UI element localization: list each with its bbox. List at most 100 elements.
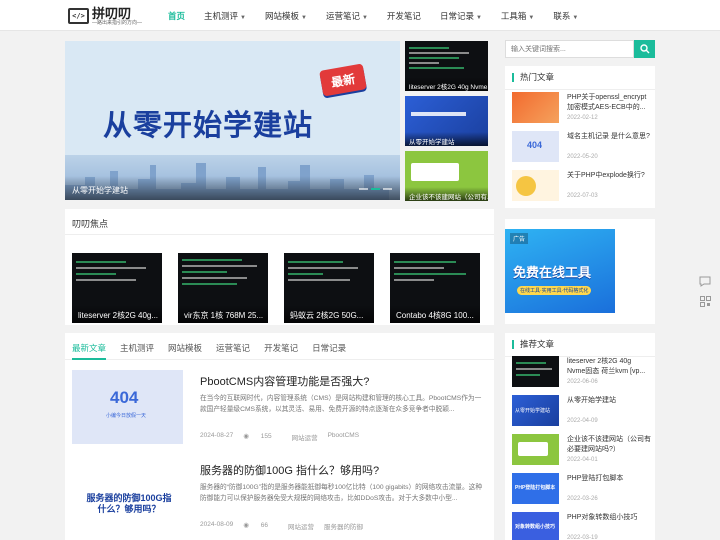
recommended-article-date: 2022-04-09 <box>567 418 598 424</box>
hot-article-title[interactable]: 关于PHP中explode换行? <box>567 171 651 192</box>
focus-item-caption: 蚂蚁云 2核2G 50G... <box>284 305 374 323</box>
hero-caption-text: 从零开始学建站 <box>72 186 128 195</box>
active-tab-indicator <box>72 358 106 360</box>
focus-item[interactable]: vir东京 1核 768M 25... <box>178 253 268 323</box>
article-category[interactable]: 网站运营 <box>292 432 318 442</box>
slider-dot-active[interactable] <box>371 188 380 190</box>
eye-icon: ◉ <box>243 522 249 529</box>
thumbnail-text: PHP登陆打包脚本 <box>515 485 556 491</box>
article-category[interactable]: 网站运营 <box>288 521 314 531</box>
article-tag[interactable]: 服务器的防御 <box>324 521 363 531</box>
hot-article-thumbnail <box>512 170 559 201</box>
main-nav: 首页 主机测评 ▼ 网站模板 ▼ 运营笔记 ▼ 开发笔记 日常记录 ▼ 工具箱 ▼ 联系 ▼ <box>168 0 597 31</box>
tab-ops-notes[interactable]: 运营笔记 <box>216 342 250 354</box>
recommended-thumbnail: PHP登陆打包脚本 <box>512 473 559 504</box>
recommended-article-date: 2022-03-19 <box>567 535 598 540</box>
chevron-down-icon: ▼ <box>572 14 579 21</box>
focus-item[interactable]: Contabo 4核8G 100... <box>390 253 480 323</box>
article-tabs: 最新文章 主机测评 网站模板 运营笔记 开发笔记 日常记录 <box>72 342 360 354</box>
thumb-caption: liteserver 2核2G 40g Nvme... <box>405 77 488 91</box>
recommended-box: 推荐文章 liteserver 2核2G 40g Nvme固态 荷兰kvm [v… <box>505 333 655 540</box>
recommended-article-title[interactable]: PHP登陆打包脚本 <box>567 474 651 495</box>
nav-item-daily[interactable]: 日常记录 ▼ <box>440 10 482 22</box>
recommended-thumbnail: 对象转数组小技巧 <box>512 512 559 540</box>
nav-label: 主机测评 <box>204 10 239 21</box>
hero-badge: 最新 <box>319 63 367 97</box>
chevron-down-icon: ▼ <box>301 14 307 21</box>
qrcode-float-button[interactable] <box>696 292 714 310</box>
nav-item-home[interactable]: 首页 <box>168 10 185 22</box>
focus-item[interactable]: 蚂蚁云 2核2G 50G... <box>284 253 374 323</box>
recommended-article-title[interactable]: liteserver 2核2G 40g Nvme固态 荷兰kvm [vp... <box>567 357 651 378</box>
eye-icon: ◉ <box>243 433 249 440</box>
thumb-caption: 企业该不该建网站（公司有... <box>405 187 488 201</box>
ad-label: 广告 <box>510 233 529 244</box>
search-button[interactable] <box>634 40 655 58</box>
recommended-article-title[interactable]: 从零开始学建站 <box>567 396 651 417</box>
nav-item-dev-notes[interactable]: 开发笔记 <box>387 10 421 22</box>
hero-side-thumb-3[interactable]: 企业该不该建网站（公司有... <box>405 151 488 201</box>
article-title[interactable]: PbootCMS内容管理功能是否强大? <box>200 373 369 389</box>
hot-article-title[interactable]: PHP关于openssl_encrypt加密模式AES-ECB中的... <box>567 93 651 114</box>
tab-templates[interactable]: 网站模板 <box>168 342 202 354</box>
focus-item[interactable]: liteserver 2核2G 40g... <box>72 253 162 323</box>
article-thumbnail[interactable]: 404 小编今日放假一天 <box>72 370 183 444</box>
article-tag[interactable]: PbootCMS <box>328 432 359 442</box>
chevron-down-icon: ▼ <box>361 14 368 21</box>
views-count: 155 <box>260 433 272 440</box>
slider-dots <box>356 188 392 190</box>
hot-article-title[interactable]: 域名主机记录 是什么意思? <box>567 132 651 153</box>
hot-articles-box: 热门文章 PHP关于openssl_encrypt加密模式AES-ECB中的..… <box>505 66 655 208</box>
recommended-article-title[interactable]: PHP对象转数组小技巧 <box>567 513 651 534</box>
code-icon: </> <box>68 8 89 24</box>
nav-label: 网站模板 <box>264 10 299 21</box>
search-input[interactable] <box>505 40 634 58</box>
slider-dot[interactable] <box>359 188 368 190</box>
logo-title: 拼叨叨 <box>92 5 132 21</box>
article-excerpt: 在当今的互联网时代，内容管理系统（CMS）是网站构建和管理的核心工具。Pboot… <box>200 395 482 413</box>
tab-daily[interactable]: 日常记录 <box>312 342 346 354</box>
hero-slider[interactable]: 从零开始学建站 最新 从零开始学建站 <box>65 41 400 200</box>
nav-label: 运营笔记 <box>325 10 360 21</box>
comment-icon <box>699 276 711 287</box>
thumbnail-text: 404 <box>110 388 139 407</box>
chevron-down-icon: ▼ <box>528 14 535 21</box>
nav-item-templates[interactable]: 网站模板 ▼ <box>265 10 307 22</box>
hot-articles-title: 热门文章 <box>512 73 554 82</box>
focus-section: 叨叨焦点 liteserver 2核2G 40g... vir东京 1核 768… <box>65 209 494 325</box>
hot-article-thumbnail: 404 <box>512 131 559 162</box>
recommended-article-title[interactable]: 企业该不该建网站（公司有必要建网站吗?） <box>567 435 651 456</box>
chevron-down-icon: ▼ <box>240 14 246 21</box>
nav-label: 联系 <box>553 10 571 21</box>
tab-dev-notes[interactable]: 开发笔记 <box>264 342 298 354</box>
comment-float-button[interactable] <box>696 272 714 290</box>
thumbnail-text: 服务器的防御100G指什么？够用吗？ <box>86 493 172 514</box>
slider-dot[interactable] <box>383 188 392 190</box>
ad-subline: 在线工具·实用工具·代码格式化 <box>517 286 592 295</box>
ad-banner[interactable]: 广告 免费在线工具 在线工具·实用工具·代码格式化 <box>505 229 615 313</box>
divider <box>505 89 655 90</box>
hot-article-date: 2022-02-12 <box>567 115 598 121</box>
search-bar <box>505 40 655 58</box>
article-title[interactable]: 服务器的防御100G 指什么？够用吗? <box>200 462 379 478</box>
hot-article-thumbnail <box>512 92 559 123</box>
focus-item-caption: liteserver 2核2G 40g... <box>72 305 162 323</box>
thumbnail-subtext: 小编今日放假一天 <box>106 413 147 419</box>
thumbnail-text: 对象转数组小技巧 <box>515 524 556 530</box>
tab-latest[interactable]: 最新文章 <box>72 342 106 354</box>
nav-item-ops-notes[interactable]: 运营笔记 ▼ <box>326 10 368 22</box>
nav-item-toolbox[interactable]: 工具箱 ▼ <box>501 10 534 22</box>
hero-side-thumb-1[interactable]: liteserver 2核2G 40g Nvme... <box>405 41 488 91</box>
qrcode-icon <box>699 295 711 307</box>
tab-host-review[interactable]: 主机测评 <box>120 342 154 354</box>
site-logo[interactable]: </> 拼叨叨 —路出来指引的方向— <box>68 5 142 27</box>
chevron-down-icon: ▼ <box>475 14 482 21</box>
article-thumbnail[interactable]: 服务器的防御100G指什么？够用吗？ <box>72 459 183 533</box>
focus-item-caption: Contabo 4核8G 100... <box>390 305 480 323</box>
nav-label: 日常记录 <box>439 10 474 21</box>
nav-item-contact[interactable]: 联系 ▼ <box>553 10 578 22</box>
nav-item-host-review[interactable]: 主机测评 ▼ <box>204 10 246 22</box>
article-date: 2024-08-27 <box>200 432 234 439</box>
focus-item-caption: vir东京 1核 768M 25... <box>178 305 268 323</box>
hero-side-thumb-2[interactable]: 从零开始学建站 <box>405 96 488 146</box>
